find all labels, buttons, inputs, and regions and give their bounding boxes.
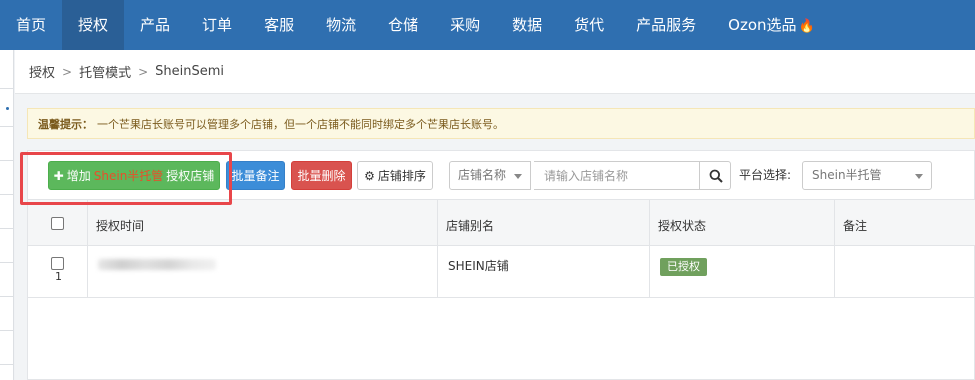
nav-item-logistics[interactable]: 物流 (310, 0, 372, 50)
nav-item-ozon[interactable]: Ozon选品 🔥 (712, 0, 831, 50)
sidebar-divider (0, 126, 13, 127)
nav-item-product-service[interactable]: 产品服务 (620, 0, 712, 50)
header-note: 备注 (843, 219, 868, 233)
row-checkbox[interactable] (51, 257, 64, 270)
search-button[interactable] (699, 161, 731, 190)
sidebar-divider (0, 262, 13, 263)
sidebar-divider (0, 296, 13, 297)
chevron-down-icon (514, 174, 522, 179)
fire-icon: 🔥 (798, 19, 815, 34)
store-sort-button[interactable]: ⚙ 店铺排序 (357, 161, 433, 190)
store-search-input[interactable] (534, 161, 700, 190)
chevron-down-icon (915, 174, 923, 179)
header-auth-time: 授权时间 (96, 219, 145, 233)
breadcrumb-item-current: SheinSemi (155, 64, 225, 79)
toolbar: ✚增加Shein半托管授权店铺 批量备注 批量删除 ⚙店铺排序 店铺名称 平台选… (38, 161, 968, 191)
sidebar-divider (0, 228, 13, 229)
batch-note-button[interactable]: 批量备注 (226, 161, 285, 190)
add-store-button[interactable]: ✚ 增加 Shein半托管 授权店铺 (48, 161, 220, 190)
sidebar-divider (0, 330, 13, 331)
header-cell-store-alias: 店铺别名 (438, 200, 650, 245)
plus-icon: ✚ (53, 169, 64, 183)
nav-item-products[interactable]: 产品 (124, 0, 186, 50)
warm-tip: 温馨提示： 一个芒果店长账号可以管理多个店铺，但一个店铺不能同时绑定多个芒果店长… (27, 108, 975, 139)
breadcrumb-separator: > (62, 64, 73, 79)
sidebar-divider (0, 160, 13, 161)
store-alias: SHEIN店铺 (448, 259, 509, 273)
add-button-suffix: 授权店铺 (166, 169, 215, 183)
breadcrumb: 授权 > 托管模式 > SheinSemi (15, 50, 975, 94)
select-all-checkbox[interactable] (51, 217, 64, 230)
search-field-value: 店铺名称 (458, 168, 507, 182)
top-nav: 首页 授权 产品 订单 客服 物流 仓储 采购 数据 货代 产品服务 Ozon选… (0, 0, 975, 50)
nav-item-auth[interactable]: 授权 (62, 0, 125, 50)
row-cell-auth-time (88, 246, 438, 297)
nav-item-data[interactable]: 数据 (496, 0, 558, 50)
search-field-select[interactable]: 店铺名称 (449, 161, 531, 190)
gear-icon: ⚙ (364, 169, 375, 183)
nav-item-warehouse[interactable]: 仓储 (372, 0, 434, 50)
tip-text: 一个芒果店长账号可以管理多个店铺，但一个店铺不能同时绑定多个芒果店长账号。 (97, 117, 504, 131)
breadcrumb-item-hosting[interactable]: 托管模式 (79, 62, 131, 81)
nav-item-ozon-label: Ozon选品 (728, 16, 797, 34)
platform-select[interactable]: Shein半托管 (802, 161, 932, 190)
table-header: 授权时间 店铺别名 授权状态 备注 (28, 199, 975, 246)
blurred-auth-time (98, 259, 216, 270)
header-store-alias: 店铺别名 (446, 219, 495, 233)
tip-label: 温馨提示： (38, 117, 93, 131)
sidebar-collapsed (0, 50, 14, 380)
sidebar-divider (0, 88, 13, 89)
nav-item-orders[interactable]: 订单 (186, 0, 248, 50)
nav-item-forwarder[interactable]: 货代 (558, 0, 620, 50)
sidebar-divider (0, 194, 13, 195)
header-cell-status: 授权状态 (650, 200, 835, 245)
row-number: 1 (55, 270, 62, 283)
platform-label: 平台选择: (739, 168, 792, 182)
add-button-platform: Shein半托管 (93, 169, 164, 183)
table-row: 1 SHEIN店铺 已授权 (28, 246, 975, 298)
batch-delete-button[interactable]: 批量删除 (291, 161, 352, 190)
store-sort-label: 店铺排序 (377, 169, 426, 183)
sidebar-marker (6, 107, 9, 110)
nav-item-home[interactable]: 首页 (0, 0, 62, 50)
nav-item-purchase[interactable]: 采购 (434, 0, 496, 50)
search-icon (709, 169, 723, 183)
header-status: 授权状态 (658, 219, 707, 233)
sidebar-divider (0, 364, 13, 365)
platform-select-value: Shein半托管 (812, 168, 882, 182)
breadcrumb-separator: > (138, 64, 149, 79)
header-cell-select (28, 200, 88, 245)
store-panel: ✚增加Shein半托管授权店铺 批量备注 批量删除 ⚙店铺排序 店铺名称 平台选… (27, 150, 975, 380)
header-cell-note: 备注 (835, 200, 975, 245)
status-badge: 已授权 (660, 258, 707, 276)
nav-item-service[interactable]: 客服 (248, 0, 310, 50)
header-cell-auth-time: 授权时间 (88, 200, 438, 245)
breadcrumb-item-auth[interactable]: 授权 (29, 62, 55, 81)
row-cell-note (835, 246, 975, 297)
add-button-prefix: 增加 (66, 169, 91, 183)
main-content: 温馨提示： 一个芒果店长账号可以管理多个店铺，但一个店铺不能同时绑定多个芒果店长… (15, 94, 975, 380)
